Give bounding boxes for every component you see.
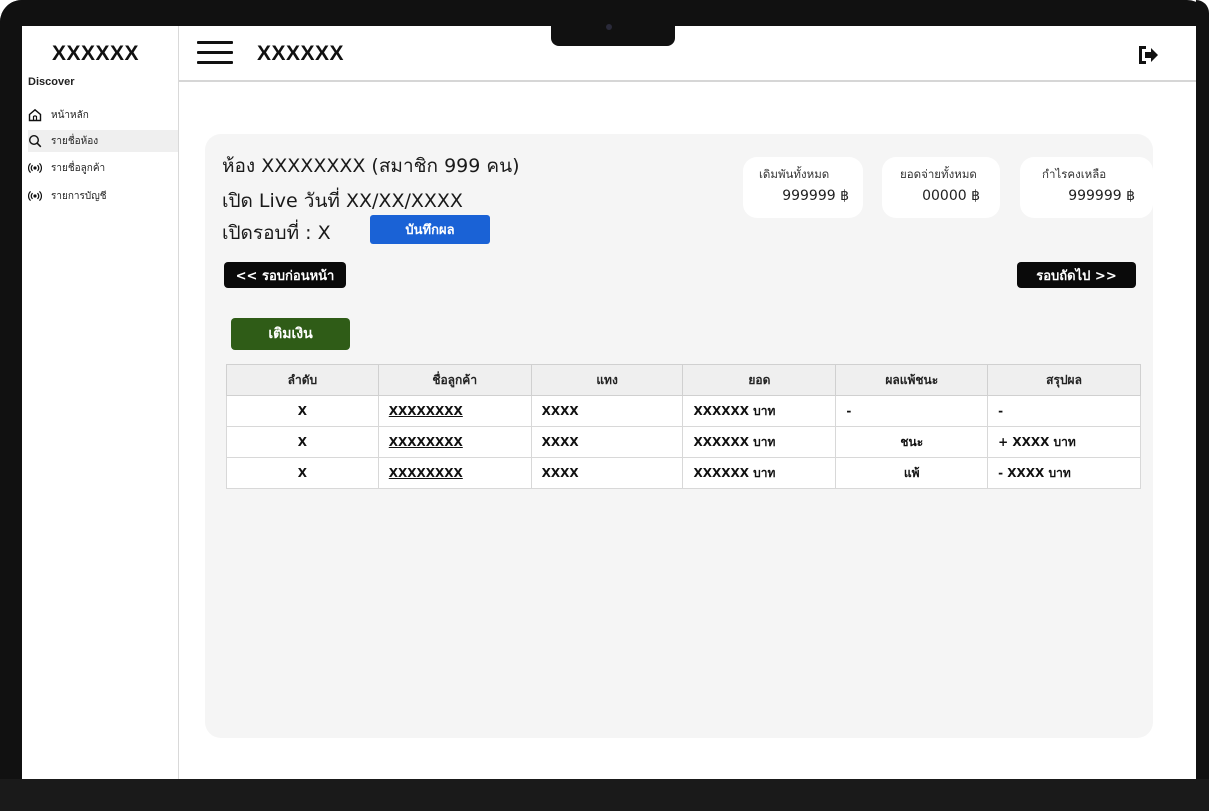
customer-link[interactable]: XXXXXXXX [389,404,463,418]
screen: XXXXXX Discover หน้าหลัก รายชื่อห้อง ราย… [22,26,1196,779]
sidebar-item-accounts[interactable]: รายการบัญชี [28,185,107,207]
table-row: X XXXXXXXX XXXX XXXXXX บาท ชนะ + XXXX บา… [226,426,1141,458]
sidebar: XXXXXX Discover หน้าหลัก รายชื่อห้อง ราย… [22,26,179,779]
cell-amount: XXXXXX บาท [682,395,837,427]
previous-round-button[interactable]: << รอบก่อนหน้า [224,262,346,288]
page-title: XXXXXX [257,42,345,65]
cell-index: X [226,426,379,458]
table-header-row: ลำดับ ชื่อลูกค้า แทง ยอด ผลแพ้ชนะ สรุปผล [226,364,1141,396]
room-title: ห้อง XXXXXXXX (สมาชิก 999 คน) [222,155,520,177]
broadcast-icon [28,161,42,175]
cell-amount: XXXXXX บาท [682,457,837,489]
cell-summary: + XXXX บาท [987,426,1141,458]
sidebar-item-label: รายชื่อลูกค้า [51,162,106,174]
cell-summary: - [987,395,1141,427]
cell-index: X [226,457,379,489]
camera-notch [551,18,675,46]
device-frame: XXXXXX Discover หน้าหลัก รายชื่อห้อง ราย… [0,0,1209,811]
round-line: เปิดรอบที่ : X [222,218,337,248]
stat-label: ยอดจ่ายทั้งหมด [900,167,977,181]
table-row: X XXXXXXXX XXXX XXXXXX บาท แพ้ - XXXX บา… [226,457,1141,489]
sidebar-item-label: รายการบัญชี [51,190,107,202]
camera-dot [606,24,612,30]
menu-icon[interactable] [197,40,233,66]
stat-total-paid: ยอดจ่ายทั้งหมด 00000 ฿ [882,157,1000,218]
stat-profit: กำไรคงเหลือ 999999 ฿ [1020,157,1153,218]
sidebar-item-label: หน้าหลัก [51,109,89,121]
broadcast-icon [28,189,42,203]
column-header: ชื่อลูกค้า [377,364,532,396]
home-icon [28,108,42,122]
cell-result: แพ้ [835,457,989,489]
sidebar-item-home[interactable]: หน้าหลัก [28,104,89,126]
cell-customer: XXXXXXXX [377,395,532,427]
cell-customer: XXXXXXXX [377,457,532,489]
cell-result: - [835,395,989,427]
cell-bet: XXXX [530,457,684,489]
stat-value: 999999 ฿ [1068,188,1135,204]
column-header: แทง [530,364,684,396]
bezel-right [1196,0,1209,811]
bezel-bottom [0,779,1209,811]
cell-bet: XXXX [530,395,684,427]
results-table: ลำดับ ชื่อลูกค้า แทง ยอด ผลแพ้ชนะ สรุปผล… [226,364,1141,489]
sidebar-item-customers[interactable]: รายชื่อลูกค้า [28,157,105,179]
sidebar-item-rooms[interactable]: รายชื่อห้อง [28,130,178,152]
next-round-button[interactable]: รอบถัดไป >> [1017,262,1136,288]
stat-value: 999999 ฿ [782,188,849,204]
stat-label: เดิมพันทั้งหมด [759,167,830,181]
sidebar-item-label: รายชื่อห้อง [51,135,99,147]
cell-index: X [226,395,379,427]
column-header: สรุปผล [987,364,1141,396]
stat-label: กำไรคงเหลือ [1042,167,1107,181]
cell-customer: XXXXXXXX [377,426,532,458]
stat-total-bet: เดิมพันทั้งหมด 999999 ฿ [743,157,863,218]
topup-button[interactable]: เติมเงิน [231,318,350,350]
stat-value: 00000 ฿ [922,188,980,204]
table-row: X XXXXXXXX XXXX XXXXXX บาท - - [226,395,1141,427]
live-date: เปิด Live วันที่ XX/XX/XXXX [222,190,463,212]
customer-link[interactable]: XXXXXXXX [389,466,463,480]
column-header: ลำดับ [226,364,379,396]
sidebar-section-label: Discover [28,76,75,88]
logout-icon[interactable] [1136,44,1160,66]
column-header: ยอด [682,364,837,396]
bezel-left [0,0,22,811]
room-card: ห้อง XXXXXXXX (สมาชิก 999 คน) เปิด Live … [205,134,1153,738]
cell-summary: - XXXX บาท [987,457,1141,489]
cell-bet: XXXX [530,426,684,458]
save-result-button[interactable]: บันทึกผล [370,215,490,244]
top-bar: XXXXXX [179,26,1196,82]
cell-result: ชนะ [835,426,989,458]
cell-amount: XXXXXX บาท [682,426,837,458]
brand-logo-text: XXXXXX [52,42,140,65]
column-header: ผลแพ้ชนะ [835,364,989,396]
search-icon [28,134,42,148]
customer-link[interactable]: XXXXXXXX [389,435,463,449]
round-label: เปิดรอบที่ : X [222,222,331,244]
